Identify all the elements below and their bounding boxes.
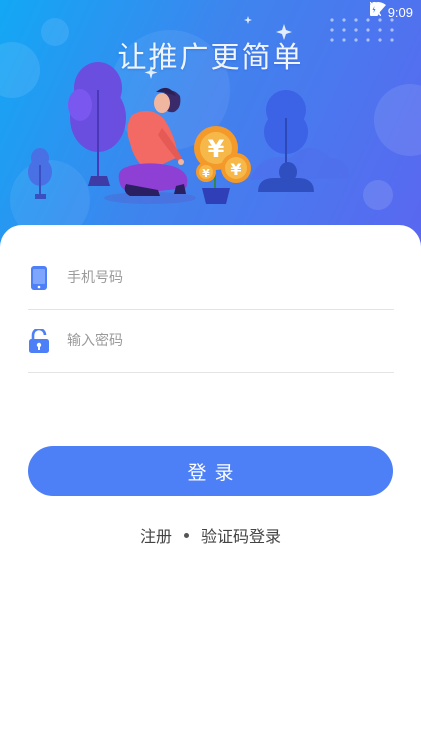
- password-input[interactable]: [65, 325, 369, 357]
- phone-input[interactable]: [65, 262, 369, 294]
- phone-field: [28, 247, 394, 310]
- coin-symbol: ¥: [202, 167, 210, 180]
- separator-dot: [184, 532, 189, 538]
- secondary-links: 注册 验证码登录: [0, 523, 421, 547]
- status-time: 9:09: [387, 4, 413, 20]
- sms-login-link[interactable]: 验证码登录: [201, 523, 281, 547]
- lock-icon: [28, 328, 50, 354]
- coin-icon: ¥: [196, 162, 216, 182]
- coin-icon: ¥: [221, 153, 251, 183]
- password-field: [28, 310, 394, 373]
- login-card: 登录 注册 验证码登录: [0, 225, 421, 748]
- login-button[interactable]: 登录: [28, 446, 393, 496]
- status-bar: 9:09: [369, 2, 413, 22]
- hero-banner: ¥ ¥ ¥ 让推广更简单 9:09: [0, 0, 421, 250]
- phone-icon: [28, 265, 50, 291]
- coin-symbol: ¥: [230, 160, 241, 179]
- hero-slogan: 让推广更简单: [117, 40, 304, 74]
- coin-symbol: ¥: [208, 135, 225, 163]
- register-link[interactable]: 注册: [140, 523, 172, 547]
